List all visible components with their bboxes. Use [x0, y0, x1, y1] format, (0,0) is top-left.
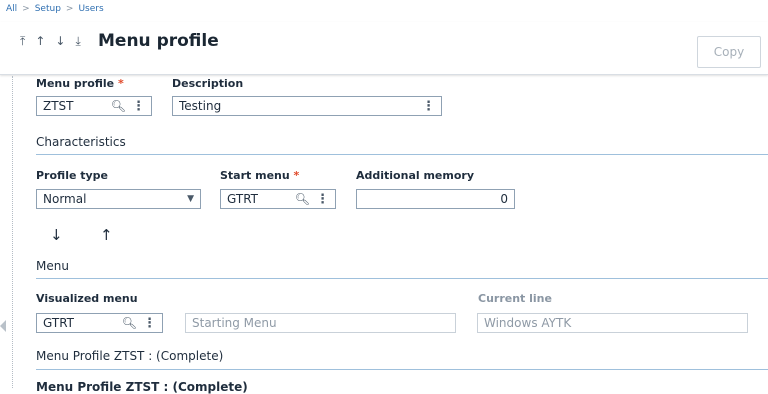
search-icon[interactable]: 🔍︎	[295, 192, 310, 206]
move-up-icon[interactable]: ↑	[100, 226, 113, 244]
section-divider	[36, 278, 768, 279]
profile-type-label: Profile type	[36, 169, 109, 182]
current-line-label: Current line	[478, 292, 552, 305]
more-options-icon[interactable]: ⋮	[316, 192, 329, 207]
chevron-right-icon: >	[65, 4, 74, 14]
page-title: Menu profile	[98, 31, 219, 51]
menu-section-title: Menu	[36, 259, 69, 273]
menu-profile-label: Menu profile *	[36, 77, 124, 90]
profile-type-select[interactable]: Normal ▼	[36, 189, 201, 209]
description-field[interactable]: Testing ⋮	[172, 96, 442, 116]
copy-button[interactable]: Copy	[697, 36, 761, 68]
visualized-menu-field[interactable]: GTRT 🔍︎ ⋮	[36, 313, 163, 333]
more-options-icon[interactable]: ⋮	[132, 99, 145, 114]
required-marker: *	[293, 169, 300, 182]
section-divider	[36, 369, 768, 370]
description-label: Description	[172, 77, 244, 90]
visualized-menu-value: GTRT	[43, 316, 74, 330]
menu-profile-tree-node[interactable]: Menu Profile ZTST : (Complete)	[36, 380, 248, 394]
additional-memory-value: 0	[500, 192, 508, 206]
menu-profile-tree-title: Menu Profile ZTST : (Complete)	[36, 349, 224, 363]
dropdown-caret-icon[interactable]: ▼	[187, 194, 194, 204]
more-options-icon[interactable]: ⋮	[143, 316, 156, 331]
breadcrumb-all[interactable]: All	[6, 4, 17, 14]
current-line-field: Windows AYTK	[477, 313, 748, 333]
record-navigation: ⤒ ↑ ↓ ⤓	[20, 34, 81, 49]
left-divider	[12, 76, 13, 388]
search-icon[interactable]: 🔍︎	[122, 316, 137, 330]
required-marker: *	[117, 77, 124, 90]
visualized-menu-description-value: Starting Menu	[192, 316, 277, 330]
description-value: Testing	[179, 99, 222, 113]
breadcrumb-setup[interactable]: Setup	[35, 4, 61, 14]
section-divider	[36, 154, 768, 155]
profile-type-value: Normal	[43, 192, 87, 206]
breadcrumb: All > Setup > Users	[6, 4, 104, 14]
additional-memory-field[interactable]: 0	[356, 189, 515, 209]
next-record-icon[interactable]: ↓	[55, 34, 65, 49]
last-record-icon[interactable]: ⤓	[75, 34, 80, 49]
current-line-value: Windows AYTK	[484, 316, 572, 330]
start-menu-field[interactable]: GTRT 🔍︎ ⋮	[220, 189, 336, 209]
move-down-icon[interactable]: ↓	[50, 226, 63, 244]
menu-profile-field[interactable]: ZTST 🔍︎ ⋮	[36, 96, 152, 116]
visualized-menu-description: Starting Menu	[185, 313, 456, 333]
first-record-icon[interactable]: ⤒	[20, 34, 25, 49]
previous-record-icon[interactable]: ↑	[35, 34, 45, 49]
more-options-icon[interactable]: ⋮	[422, 99, 435, 114]
search-icon[interactable]: 🔍︎	[111, 99, 126, 113]
chevron-right-icon: >	[22, 4, 30, 14]
start-menu-label: Start menu *	[220, 169, 300, 182]
breadcrumb-users[interactable]: Users	[78, 4, 103, 14]
visualized-menu-label: Visualized menu	[36, 292, 138, 305]
characteristics-title: Characteristics	[36, 135, 126, 149]
menu-profile-value: ZTST	[43, 99, 74, 113]
collapse-panel-icon[interactable]	[0, 320, 6, 332]
additional-memory-label: Additional memory	[356, 169, 475, 182]
start-menu-value: GTRT	[227, 192, 258, 206]
